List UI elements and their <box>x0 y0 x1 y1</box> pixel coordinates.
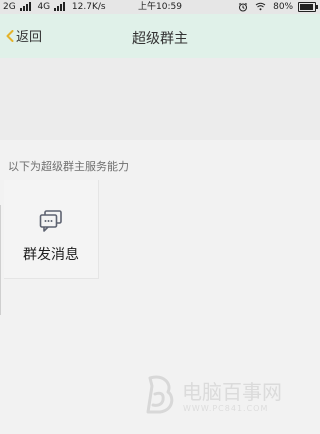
section-label: 以下为超级群主服务能力 <box>8 160 129 173</box>
navigation-bar: 返回 超级群主 <box>0 14 320 58</box>
battery-icon <box>298 1 318 12</box>
page-title: 超级群主 <box>132 31 188 47</box>
watermark-title: 电脑百事网 <box>182 380 282 404</box>
top-banner <box>0 58 320 140</box>
battery-label: 80% <box>273 2 294 12</box>
feature-card-broadcast-message[interactable]: 群发消息 <box>4 180 99 279</box>
alarm-icon <box>239 2 248 11</box>
status-bar: 2G 4G 12.7K/s 上午10:59 80% <box>0 0 320 14</box>
left-edge-divider <box>0 205 1 315</box>
watermark: 电脑百事网 WWW.PC841.COM <box>140 374 310 422</box>
status-right: 80% <box>238 0 318 14</box>
watermark-logo <box>146 375 174 414</box>
wifi-icon <box>255 2 266 11</box>
message-dots-icon <box>39 210 62 232</box>
watermark-url: WWW.PC841.COM <box>183 404 269 413</box>
feature-label: 群发消息 <box>23 247 79 263</box>
